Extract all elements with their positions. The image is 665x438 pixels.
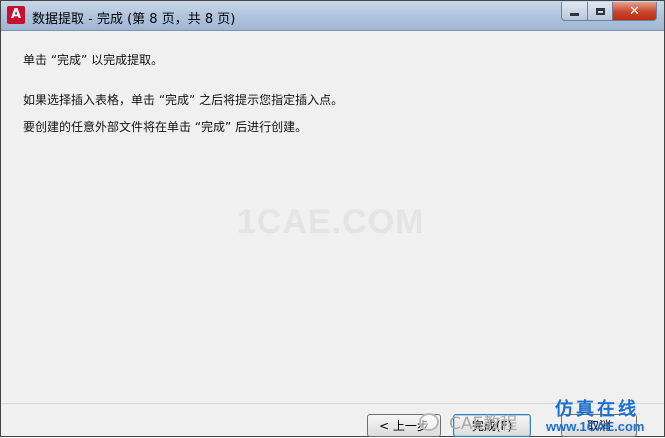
watermark-center: 1CAE.COM <box>237 203 425 241</box>
maximize-icon <box>595 7 605 15</box>
finish-instruction: 单击 “完成” 以完成提取。 <box>23 53 164 67</box>
minimize-button[interactable] <box>561 2 588 21</box>
title-bar[interactable]: A 数据提取 - 完成 (第 8 页，共 8 页) ✕ <box>1 1 664 31</box>
close-button[interactable]: ✕ <box>612 2 657 21</box>
watermark-cn: 仿真在线 <box>555 399 639 420</box>
watermark-blog: CAE教程 <box>449 414 518 434</box>
close-icon: ✕ <box>629 3 640 19</box>
external-file-note: 要创建的任意外部文件将在单击 “完成” 后进行创建。 <box>23 120 308 134</box>
data-extraction-window: A 数据提取 - 完成 (第 8 页，共 8 页) ✕ 单击 “完成” 以完成提… <box>0 0 665 437</box>
window-title: 数据提取 - 完成 (第 8 页，共 8 页) <box>32 12 236 27</box>
maximize-button[interactable] <box>587 2 613 21</box>
wechat-logo-icon <box>419 413 439 431</box>
autocad-icon: A <box>7 6 25 24</box>
table-insert-note: 如果选择插入表格，单击 “完成” 之后将提示您指定插入点。 <box>23 93 344 107</box>
minimize-icon <box>570 12 579 16</box>
wizard-content: 单击 “完成” 以完成提取。 如果选择插入表格，单击 “完成” 之后将提示您指定… <box>1 31 664 403</box>
watermark-site: www.1CAE.com <box>546 419 645 434</box>
